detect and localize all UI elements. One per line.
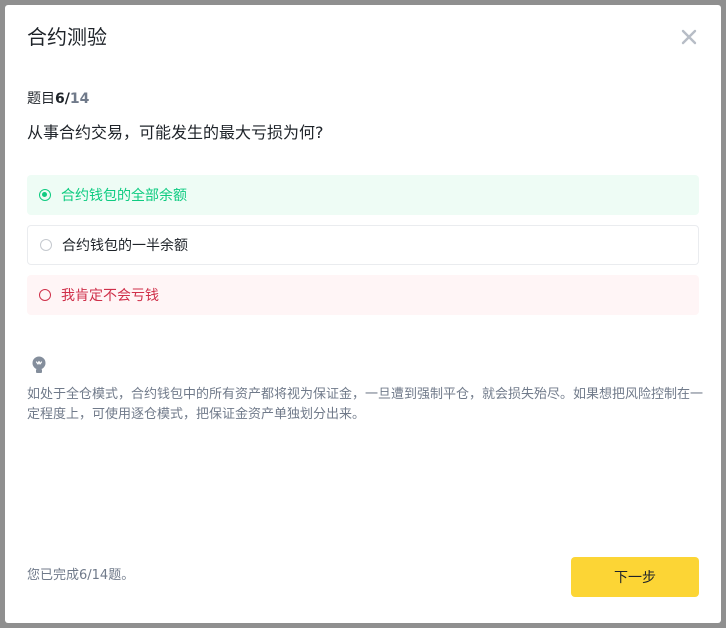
- close-icon[interactable]: [679, 27, 699, 47]
- lightbulb-icon: [30, 355, 48, 375]
- next-button[interactable]: 下一步: [571, 557, 699, 597]
- answer-options: 合约钱包的全部余额 合约钱包的一半余额 我肯定不会亏钱: [27, 175, 699, 325]
- question-progress: 题目6/14: [27, 89, 89, 109]
- progress-total: 14: [69, 91, 90, 107]
- option-label: 合约钱包的一半余额: [62, 238, 188, 254]
- answer-option[interactable]: 合约钱包的一半余额: [27, 225, 699, 265]
- dialog-title: 合约测验: [27, 25, 107, 49]
- completion-status: 您已完成6/14题。: [27, 568, 135, 583]
- quiz-dialog: 合约测验 题目6/14 从事合约交易，可能发生的最大亏损为何? 合约钱包的全部余…: [5, 5, 721, 623]
- answer-explanation: 如处于全仓模式，合约钱包中的所有资产都将视为保证金，一旦遭到强制平仓，就会损失殆…: [27, 387, 704, 422]
- option-label: 合约钱包的全部余额: [61, 188, 187, 204]
- option-label: 我肯定不会亏钱: [61, 288, 159, 304]
- question-text: 从事合约交易，可能发生的最大亏损为何?: [27, 123, 324, 142]
- progress-label: 题目: [27, 91, 55, 107]
- radio-selected-icon: [39, 189, 51, 201]
- answer-option-wrong[interactable]: 我肯定不会亏钱: [27, 275, 699, 315]
- answer-option-correct[interactable]: 合约钱包的全部余额: [27, 175, 699, 215]
- progress-current: 6: [55, 91, 65, 107]
- radio-icon: [39, 289, 51, 301]
- radio-icon: [40, 239, 52, 251]
